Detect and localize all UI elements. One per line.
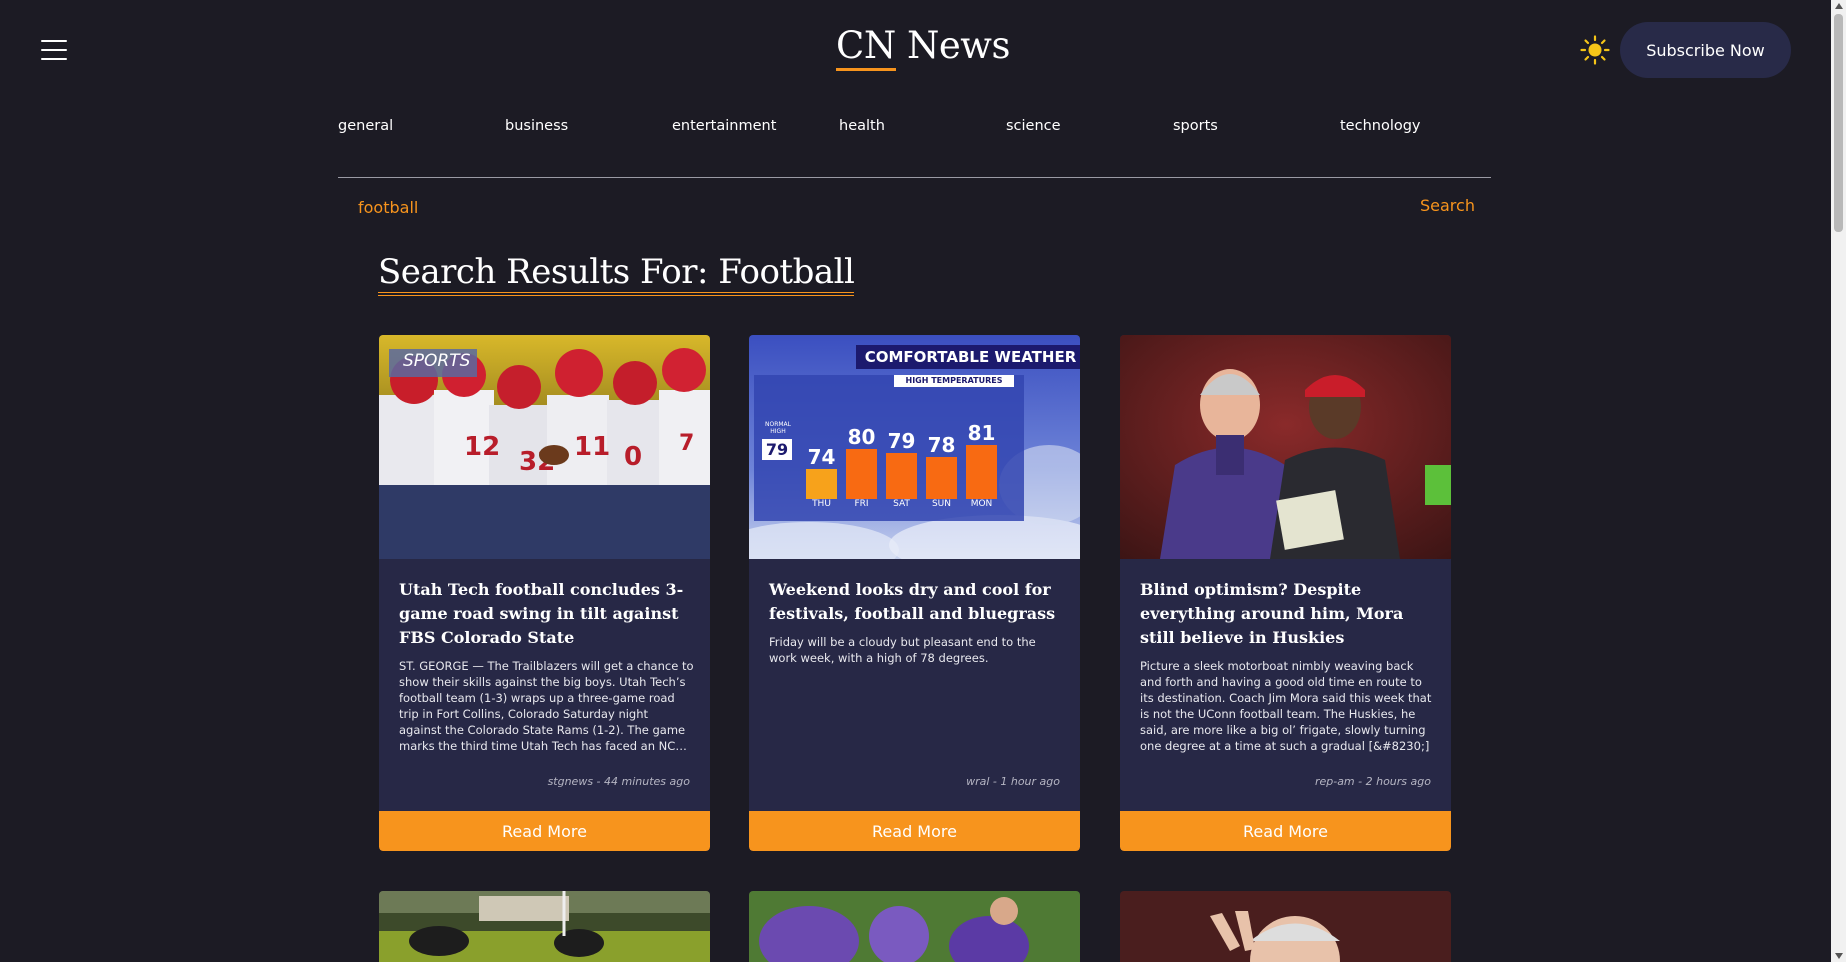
day-label: SAT xyxy=(893,499,910,509)
news-image-coach[interactable] xyxy=(1120,335,1451,559)
nav-item-business[interactable]: business xyxy=(505,118,568,134)
nav-item-general[interactable]: general xyxy=(338,118,393,134)
news-card: 12 32 11 0 7 SPORTS Utah Tech football c… xyxy=(379,335,710,851)
day-label: FRI xyxy=(854,499,869,509)
news-title[interactable]: Blind optimism? Despite everything aroun… xyxy=(1140,578,1435,650)
news-description: Friday will be a cloudy but pleasant end… xyxy=(769,635,1036,665)
search-input[interactable] xyxy=(358,195,958,219)
news-image-weather-forecast[interactable]: COMFORTABLE WEATHER HIGH TEMPERATURES NO… xyxy=(749,335,1080,559)
search-button[interactable]: Search xyxy=(1420,196,1475,215)
weather-subtitle: HIGH TEMPERATURES xyxy=(905,376,1003,385)
svg-text:11: 11 xyxy=(574,432,610,462)
nav-item-entertainment[interactable]: entertainment xyxy=(672,118,776,134)
svg-text:12: 12 xyxy=(464,432,500,462)
news-source-time: stgnews - 44 minutes ago xyxy=(547,775,690,788)
nav-item-science[interactable]: science xyxy=(1006,118,1061,134)
news-description: ST. GEORGE — The Trailblazers will get a… xyxy=(399,659,694,753)
search-results-title: Search Results For: Football xyxy=(378,252,855,296)
news-image-person[interactable] xyxy=(1120,891,1451,962)
sports-badge: SPORTS xyxy=(403,351,471,371)
logo-cn[interactable]: CN xyxy=(836,24,896,71)
site-logo: CN News xyxy=(0,24,1846,71)
normal-high-label: NORMAL HIGH xyxy=(764,421,791,435)
temp-label: 78 xyxy=(927,433,956,457)
news-card: Blind optimism? Despite everything aroun… xyxy=(1120,335,1451,851)
category-nav: general business entertainment health sc… xyxy=(338,118,1491,178)
scroll-up-icon[interactable] xyxy=(1835,3,1843,9)
temp-label: 81 xyxy=(967,421,996,445)
weather-banner: COMFORTABLE WEATHER xyxy=(864,348,1077,366)
news-card: COMFORTABLE WEATHER HIGH TEMPERATURES NO… xyxy=(749,335,1080,851)
sun-icon[interactable] xyxy=(1580,35,1610,65)
temp-label: 74 xyxy=(807,445,836,469)
temp-label: 80 xyxy=(847,425,876,449)
read-more-button[interactable]: Read More xyxy=(749,811,1080,851)
nav-item-sports[interactable]: sports xyxy=(1173,118,1218,134)
hamburger-menu-icon[interactable] xyxy=(41,40,67,60)
news-description: Picture a sleek motorboat nimbly weaving… xyxy=(1140,659,1432,753)
logo-news[interactable]: News xyxy=(907,24,1010,67)
news-image-purple-team[interactable] xyxy=(749,891,1080,962)
day-label: SUN xyxy=(931,499,952,509)
page-scrollbar[interactable] xyxy=(1831,0,1846,962)
news-image-football-team[interactable]: 12 32 11 0 7 SPORTS xyxy=(379,335,710,559)
day-label: MON xyxy=(970,499,993,509)
subscribe-button[interactable]: Subscribe Now xyxy=(1620,22,1791,78)
news-source-time: wral - 1 hour ago xyxy=(966,775,1060,788)
scroll-down-icon[interactable] xyxy=(1835,953,1843,959)
news-title[interactable]: Weekend looks dry and cool for festivals… xyxy=(769,578,1064,626)
temp-label: 79 xyxy=(887,429,916,453)
svg-text:0: 0 xyxy=(624,442,642,472)
nav-item-technology[interactable]: technology xyxy=(1340,118,1421,134)
nav-item-health[interactable]: health xyxy=(839,118,885,134)
news-image-field[interactable] xyxy=(379,891,710,962)
news-title[interactable]: Utah Tech football concludes 3-game road… xyxy=(399,578,694,650)
read-more-button[interactable]: Read More xyxy=(379,811,710,851)
day-label: THU xyxy=(812,499,831,509)
normal-high-value: 79 xyxy=(765,440,789,459)
scrollbar-thumb[interactable] xyxy=(1834,14,1843,232)
news-source-time: rep-am - 2 hours ago xyxy=(1314,775,1431,788)
svg-text:7: 7 xyxy=(679,431,694,456)
read-more-button[interactable]: Read More xyxy=(1120,811,1451,851)
